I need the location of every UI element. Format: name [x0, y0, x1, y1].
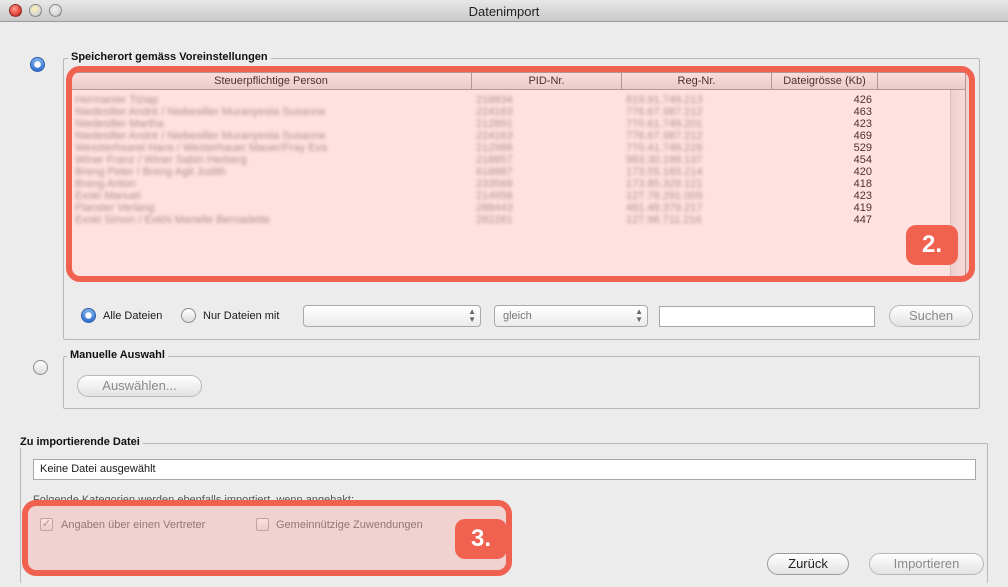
cell-pid: 214958 [476, 190, 513, 202]
cell-reg: 173.55.183.214 [626, 166, 703, 178]
cell-person: Niedesiller Martha [75, 118, 164, 130]
cell-reg: 770.41.749.228 [626, 142, 703, 154]
cell-size: 418 [853, 178, 872, 190]
table-row[interactable]: Exski Manuel 214958 127.78.291.009 423 [71, 190, 965, 202]
checkbox-donations-label[interactable]: Gemeinnützige Zuwendungen [276, 519, 423, 531]
import-button[interactable]: Importieren [869, 553, 984, 575]
categories-text: Folgende Kategorien werden ebenfalls imp… [33, 494, 355, 506]
table-row[interactable]: Flansler Verlang 288443 481.48.379.217 419 [71, 202, 965, 214]
checkbox-representative-label[interactable]: Angaben über einen Vertreter [61, 519, 205, 531]
table-row[interactable]: Hermanier Tiziap 218834 819.91.749.213 426 [71, 94, 965, 106]
title-bar: Datenimport [0, 0, 1008, 22]
manual-selection-legend: Manuelle Auswahl [67, 349, 168, 361]
table-row[interactable]: Niedesiller André / Niebesiller Muranyes… [71, 130, 965, 142]
radio-only-files-with[interactable] [181, 308, 196, 323]
table-row[interactable]: Niedesiller Martha 212891 770.61.749.201 42… [71, 118, 965, 130]
selected-file-field: Keine Datei ausgewählt [33, 459, 976, 480]
search-button[interactable]: Suchen [889, 305, 973, 327]
column-header-person[interactable]: Steuerpflichtige Person [71, 73, 472, 90]
cell-person: Wessterhsarel Hans / Westerhauer Mauer/F… [75, 142, 328, 154]
cell-size: 529 [853, 142, 872, 154]
field-select[interactable]: ▲ ▼ [303, 305, 481, 327]
cell-person: Niedesiller André / Niebesiller Muranyes… [75, 130, 326, 142]
table-row[interactable]: Winer Franz / Winer Sabin Herberg 218857 9… [71, 154, 965, 166]
select-arrows-icon: ▲ ▼ [635, 307, 643, 324]
choose-button[interactable]: Auswählen... [77, 375, 202, 397]
table-row[interactable]: Exski Simon / Exkhi Manelle Bernadette 28… [71, 214, 965, 226]
cell-size: 463 [853, 106, 872, 118]
radio-all-files[interactable] [81, 308, 96, 323]
column-header-reg[interactable]: Reg-Nr. [622, 73, 772, 90]
cell-pid: 212988 [476, 142, 513, 154]
cell-size: 420 [853, 166, 872, 178]
column-header-size[interactable]: Dateigrösse (Kb) [772, 73, 878, 90]
default-location-legend: Speicherort gemäss Voreinstellungen [68, 51, 271, 63]
cell-person: Flansler Verlang [75, 202, 155, 214]
cell-person: Niedesiller André / Niebesiller Muranyes… [75, 106, 326, 118]
cell-pid: 233568 [476, 178, 513, 190]
cell-size: 423 [853, 118, 872, 130]
annotation-badge-2: 2. [906, 225, 958, 265]
cell-reg: 983.30.199.137 [626, 154, 703, 166]
search-input[interactable] [659, 306, 875, 327]
table-header: Steuerpflichtige Person PID-Nr. Reg-Nr. … [71, 73, 965, 90]
radio-default-location[interactable] [30, 57, 45, 72]
window-title: Datenimport [468, 4, 540, 19]
checkbox-representative[interactable]: ✓ [40, 518, 53, 531]
operator-select[interactable]: gleich ▲ ▼ [494, 305, 648, 327]
cell-reg: 127.78.291.009 [626, 190, 703, 202]
cell-person: Breng Peter / Breng Agit Judith [75, 166, 227, 178]
cell-pid: 288443 [476, 202, 513, 214]
annotation-badge-3: 3. [455, 519, 507, 559]
cell-pid: 218834 [476, 94, 513, 106]
cell-size: 454 [853, 154, 872, 166]
checkbox-donations[interactable] [256, 518, 269, 531]
files-table: Steuerpflichtige Person PID-Nr. Reg-Nr. … [70, 72, 966, 278]
cell-pid: 212891 [476, 118, 513, 130]
only-files-label[interactable]: Nur Dateien mit [203, 310, 279, 322]
table-row[interactable]: Breng Anton 233568 173.85.329.121 418 [71, 178, 965, 190]
table-row[interactable]: Niedesiller André / Niebesiller Muranyes… [71, 106, 965, 118]
cell-person: Exski Manuel [75, 190, 141, 202]
cell-reg: 481.48.379.217 [626, 202, 703, 214]
table-row[interactable]: Breng Peter / Breng Agit Judith 618887 173… [71, 166, 965, 178]
all-files-label[interactable]: Alle Dateien [103, 310, 162, 322]
table-row[interactable]: Wessterhsarel Hans / Westerhauer Mauer/F… [71, 142, 965, 154]
radio-manual-selection[interactable] [33, 360, 48, 375]
cell-person: Breng Anton [75, 178, 136, 190]
cell-pid: 218857 [476, 154, 513, 166]
cell-person: Winer Franz / Winer Sabin Herberg [75, 154, 247, 166]
cell-size: 419 [853, 202, 872, 214]
cell-size: 447 [853, 214, 872, 226]
select-arrows-icon: ▲ ▼ [468, 307, 476, 324]
import-file-legend: Zu importierende Datei [17, 436, 143, 448]
cell-pid: 224163 [476, 130, 513, 142]
cell-reg: 819.91.749.213 [626, 94, 703, 106]
back-button[interactable]: Zurück [767, 553, 849, 575]
cell-pid: 282281 [476, 214, 513, 226]
column-header-pid[interactable]: PID-Nr. [472, 73, 622, 90]
cell-reg: 776.67.987.212 [626, 106, 703, 118]
cell-reg: 127.98.711.216 [626, 214, 702, 226]
cell-person: Exski Simon / Exkhi Manelle Bernadette [75, 214, 271, 226]
operator-select-value: gleich [503, 310, 532, 322]
cell-size: 469 [853, 130, 872, 142]
cell-size: 426 [853, 94, 872, 106]
cell-size: 423 [853, 190, 872, 202]
cell-person: Hermanier Tiziap [75, 94, 159, 106]
cell-reg: 770.61.749.201 [626, 118, 703, 130]
cell-reg: 776.67.987.212 [626, 130, 703, 142]
cell-pid: 224163 [476, 106, 513, 118]
cell-pid: 618887 [476, 166, 513, 178]
cell-reg: 173.85.329.121 [626, 178, 703, 190]
